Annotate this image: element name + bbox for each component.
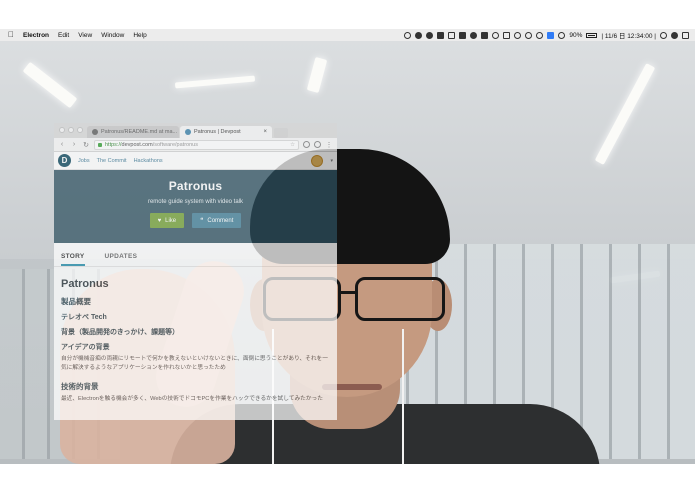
user-icon[interactable] <box>671 31 678 39</box>
zoom-window-button[interactable] <box>77 127 83 133</box>
glasses-bridge <box>340 291 356 294</box>
chevron-down-icon[interactable]: ▾ <box>330 158 333 164</box>
menu-window[interactable]: Window <box>101 32 124 39</box>
story-content: Patronus 製品概要 テレオペ Tech 背景（製品開発のきっかけ、課題等… <box>54 267 337 420</box>
tech-paragraph: 最近、Electronを触る機会が多く、Webの技術でドコモPCを作業をハックで… <box>61 396 323 402</box>
bluetooth-icon[interactable] <box>536 31 544 39</box>
menu-clock[interactable]: | 11/6 日 12:34:00 | <box>601 30 656 40</box>
heart-icon: ♥ <box>157 217 162 224</box>
minimize-window-button[interactable] <box>68 127 74 133</box>
status-icon[interactable] <box>404 31 412 39</box>
bottom-margin <box>0 464 695 494</box>
content-tabs: STORY UPDATES <box>54 243 337 267</box>
menu-edit[interactable]: Edit <box>58 32 69 39</box>
nav-link-the-commit[interactable]: The Commit <box>97 158 127 164</box>
devpost-logo[interactable]: D <box>58 154 71 167</box>
earphone-cable <box>402 329 404 464</box>
user-avatar[interactable] <box>311 154 324 167</box>
chat-icon[interactable] <box>415 31 423 39</box>
notification-center-icon[interactable] <box>682 31 689 39</box>
subsection-tech: テレオペ Tech <box>61 314 107 321</box>
browser-toolbar: ‹ › ↻ https://devpost.com/software/patro… <box>54 138 337 152</box>
apple-icon[interactable]:  <box>8 31 14 39</box>
tab-title: Patronus | Devpost <box>194 129 241 135</box>
menu-bar:  Electron Edit View Window Help 90% | 1… <box>0 29 695 41</box>
evernote-icon[interactable] <box>426 31 434 39</box>
url-host: devpost.com <box>121 141 153 148</box>
dropbox-icon[interactable] <box>437 31 445 39</box>
battery-percent: 90% <box>569 31 583 39</box>
section-overview: 製品概要 <box>61 297 91 306</box>
section-tech-background: 技術的背景 <box>61 382 99 391</box>
comment-button-label: Comment <box>207 217 234 224</box>
nav-link-hackathons[interactable]: Hackathons <box>134 158 163 164</box>
browser-titlebar: Patronus/README.md at ma... × Patronus |… <box>54 123 337 138</box>
close-window-button[interactable] <box>59 127 65 133</box>
spotlight-icon[interactable] <box>660 31 667 39</box>
browser-window: Patronus/README.md at ma... × Patronus |… <box>54 123 337 420</box>
bookmark-star-icon[interactable]: ☆ <box>290 142 295 148</box>
url-path: /software/patronus <box>152 141 198 148</box>
browser-menu-icon[interactable]: ⋮ <box>325 141 333 149</box>
extension-icon[interactable] <box>303 141 310 148</box>
github-icon <box>92 129 98 135</box>
devpost-navbar: D Jobs The Commit Hackathons ▾ <box>54 152 337 170</box>
window-controls <box>59 127 83 133</box>
keyboard-icon[interactable] <box>503 31 511 39</box>
eye-icon[interactable] <box>492 31 500 39</box>
comment-button[interactable]: ❝ Comment <box>192 213 242 228</box>
tab-title: Patronus/README.md at ma... <box>101 129 178 135</box>
close-tab-icon[interactable]: × <box>263 129 267 135</box>
battery-icon[interactable] <box>586 32 598 38</box>
tab-story[interactable]: STORY <box>61 253 85 266</box>
lock-icon <box>98 142 102 147</box>
url-scheme: https:// <box>105 141 122 148</box>
quote-icon: ❝ <box>200 218 204 224</box>
like-button-label: Like <box>165 217 177 224</box>
browser-tab-devpost[interactable]: Patronus | Devpost × <box>180 126 272 138</box>
subsection-background: 背景（製品開発のきっかけ、課題等） <box>61 329 180 336</box>
screen-icon[interactable] <box>459 31 467 39</box>
clipboard-icon[interactable] <box>448 31 456 39</box>
app-icon[interactable] <box>481 31 489 39</box>
menu-app-name[interactable]: Electron <box>23 32 49 39</box>
input-method-icon[interactable] <box>547 31 555 39</box>
idea-paragraph: 自分が機械音痴の両親にリモートで何かを教えないといけないときに、面倒に思うことが… <box>61 356 328 371</box>
record-icon[interactable] <box>470 31 478 39</box>
new-tab-button[interactable] <box>274 128 288 138</box>
project-title: Patronus <box>168 179 223 193</box>
reload-icon[interactable]: ↻ <box>82 141 90 149</box>
subsection-idea: アイデアの背景 <box>61 344 110 351</box>
nav-link-jobs[interactable]: Jobs <box>78 158 90 164</box>
devpost-icon <box>185 129 191 135</box>
time-machine-icon[interactable] <box>525 31 533 39</box>
menu-view[interactable]: View <box>78 32 92 39</box>
back-icon[interactable]: ‹ <box>58 141 66 148</box>
extension-icon[interactable] <box>314 141 321 148</box>
forward-icon[interactable]: › <box>70 141 78 148</box>
menu-help[interactable]: Help <box>133 32 146 39</box>
glasses-lens <box>355 277 445 321</box>
project-header: Patronus remote guide system with video … <box>54 170 337 243</box>
volume-icon[interactable] <box>558 31 566 39</box>
tab-updates[interactable]: UPDATES <box>105 253 138 266</box>
project-tagline: remote guide system with video talk <box>147 199 244 205</box>
story-heading: Patronus <box>61 278 109 290</box>
like-button[interactable]: ♥ Like <box>149 213 185 228</box>
wifi-icon[interactable] <box>514 31 522 39</box>
address-bar[interactable]: https://devpost.com/software/patronus ☆ <box>94 139 299 150</box>
browser-tab-github[interactable]: Patronus/README.md at ma... × <box>87 126 179 138</box>
